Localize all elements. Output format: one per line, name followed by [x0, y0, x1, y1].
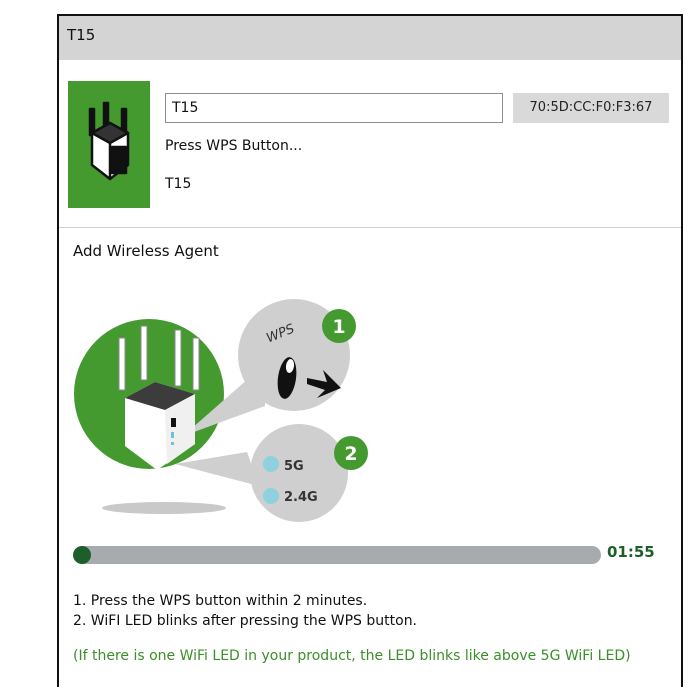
countdown-timer: 01:55: [607, 543, 655, 561]
section-title: Add Wireless Agent: [73, 242, 219, 260]
device-thumbnail: [68, 81, 150, 208]
led-5g-icon: [263, 456, 279, 472]
window-title: T15: [67, 26, 96, 44]
extender-icon: [88, 101, 130, 181]
wps-illustration: WPS 1 5G 2.4G 2: [74, 299, 368, 522]
led-note: (If there is one WiFi LED in your produc…: [73, 648, 631, 664]
device-card: 70:5D:CC:F0:F3:67 Press WPS Button... T1…: [59, 60, 681, 228]
mac-address: 70:5D:CC:F0:F3:67: [513, 93, 669, 123]
title-bar: T15: [59, 16, 681, 60]
progress-bar: [73, 546, 601, 564]
led-24g-label: 2.4G: [284, 490, 318, 505]
svg-text:1: 1: [332, 316, 345, 338]
device-name-input[interactable]: [165, 93, 503, 123]
led-5g-label: 5G: [284, 459, 304, 474]
instructions: 1. Press the WPS button within 2 minutes…: [73, 591, 417, 631]
divider: [59, 227, 681, 228]
led-24g-icon: [263, 488, 279, 504]
shadow: [102, 502, 226, 514]
progress-fill: [73, 546, 92, 564]
device-status: Press WPS Button...: [165, 138, 303, 154]
instruction-1: 1. Press the WPS button within 2 minutes…: [73, 593, 368, 609]
add-agent-dialog: T15 70:5D:CC:F0:F3:67 Press WPS Button..…: [57, 14, 683, 687]
svg-text:2: 2: [344, 443, 357, 465]
device-subname: T15: [165, 176, 192, 192]
instruction-2: 2. WiFI LED blinks after pressing the WP…: [73, 613, 418, 629]
